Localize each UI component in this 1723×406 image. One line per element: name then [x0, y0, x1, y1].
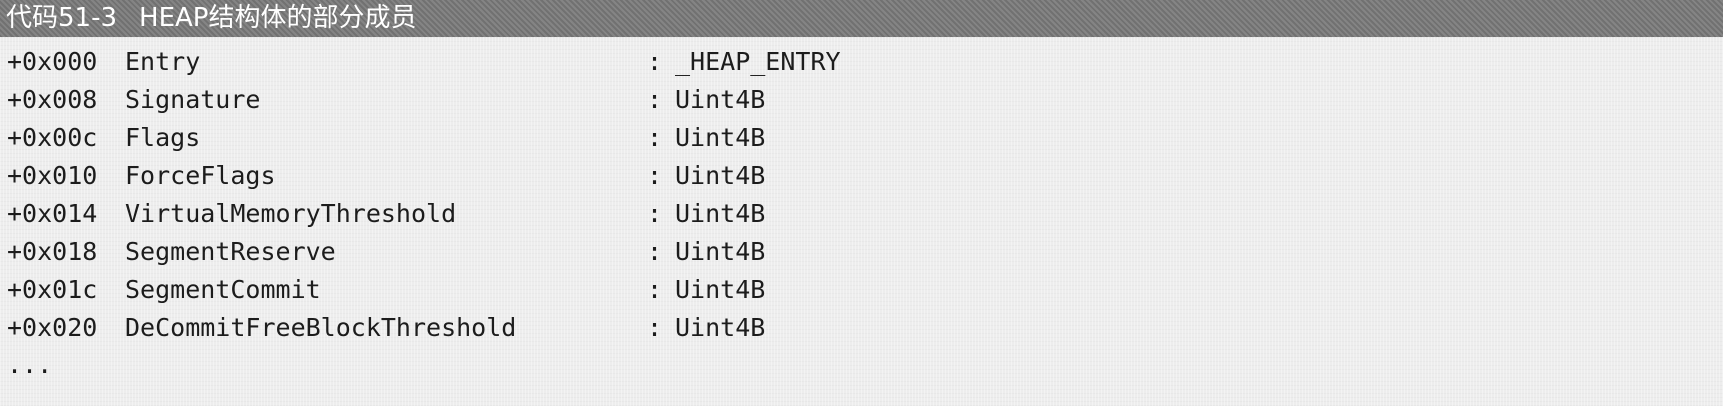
- code-line: +0x010 ForceFlags : Uint4B: [7, 156, 841, 194]
- field-type: Uint4B: [675, 236, 766, 266]
- field-separator: :: [647, 312, 663, 342]
- field-separator: :: [647, 84, 663, 114]
- field-offset: +0x008: [7, 84, 98, 114]
- field-type: Uint4B: [675, 84, 766, 114]
- field-offset: +0x000: [7, 46, 98, 76]
- field-offset: +0x014: [7, 198, 98, 228]
- field-name: Signature: [125, 84, 261, 114]
- code-block: +0x000 Entry : _HEAP_ENTRY +0x008 Signat…: [7, 42, 841, 384]
- field-name: ForceFlags: [125, 160, 276, 190]
- field-separator: :: [647, 122, 663, 152]
- field-type: Uint4B: [675, 122, 766, 152]
- caption-number: 代码51-3: [6, 3, 118, 33]
- field-name: VirtualMemoryThreshold: [125, 198, 457, 228]
- field-type: Uint4B: [675, 160, 766, 190]
- field-type: _HEAP_ENTRY: [675, 46, 841, 76]
- field-type: Uint4B: [675, 198, 766, 228]
- code-listing-figure: 代码51-3 HEAP结构体的部分成员 +0x000 Entry : _HEAP…: [0, 0, 1723, 406]
- caption-title: HEAP结构体的部分成员: [139, 3, 417, 33]
- code-line: +0x00c Flags : Uint4B: [7, 118, 841, 156]
- code-line: +0x020 DeCommitFreeBlockThreshold : Uint…: [7, 308, 841, 346]
- code-line: +0x014 VirtualMemoryThreshold : Uint4B: [7, 194, 841, 232]
- field-name: DeCommitFreeBlockThreshold: [125, 312, 517, 342]
- field-name: SegmentReserve: [125, 236, 336, 266]
- field-separator: :: [647, 236, 663, 266]
- field-offset: +0x010: [7, 160, 98, 190]
- code-line: +0x000 Entry : _HEAP_ENTRY: [7, 42, 841, 80]
- field-name: SegmentCommit: [125, 274, 321, 304]
- caption-bar: 代码51-3 HEAP结构体的部分成员: [0, 0, 1723, 37]
- field-separator: :: [647, 198, 663, 228]
- field-type: Uint4B: [675, 274, 766, 304]
- field-offset: +0x020: [7, 312, 98, 342]
- code-line: +0x01c SegmentCommit : Uint4B: [7, 270, 841, 308]
- field-offset: +0x018: [7, 236, 98, 266]
- field-separator: :: [647, 46, 663, 76]
- code-line: +0x008 Signature : Uint4B: [7, 80, 841, 118]
- code-ellipsis: ...: [7, 350, 53, 379]
- field-offset: +0x00c: [7, 122, 98, 152]
- field-separator: :: [647, 274, 663, 304]
- field-name: Flags: [125, 122, 201, 152]
- field-separator: :: [647, 160, 663, 190]
- field-offset: +0x01c: [7, 274, 98, 304]
- code-ellipsis-line: ...: [7, 346, 841, 384]
- field-type: Uint4B: [675, 312, 766, 342]
- field-name: Entry: [125, 46, 201, 76]
- code-line: +0x018 SegmentReserve : Uint4B: [7, 232, 841, 270]
